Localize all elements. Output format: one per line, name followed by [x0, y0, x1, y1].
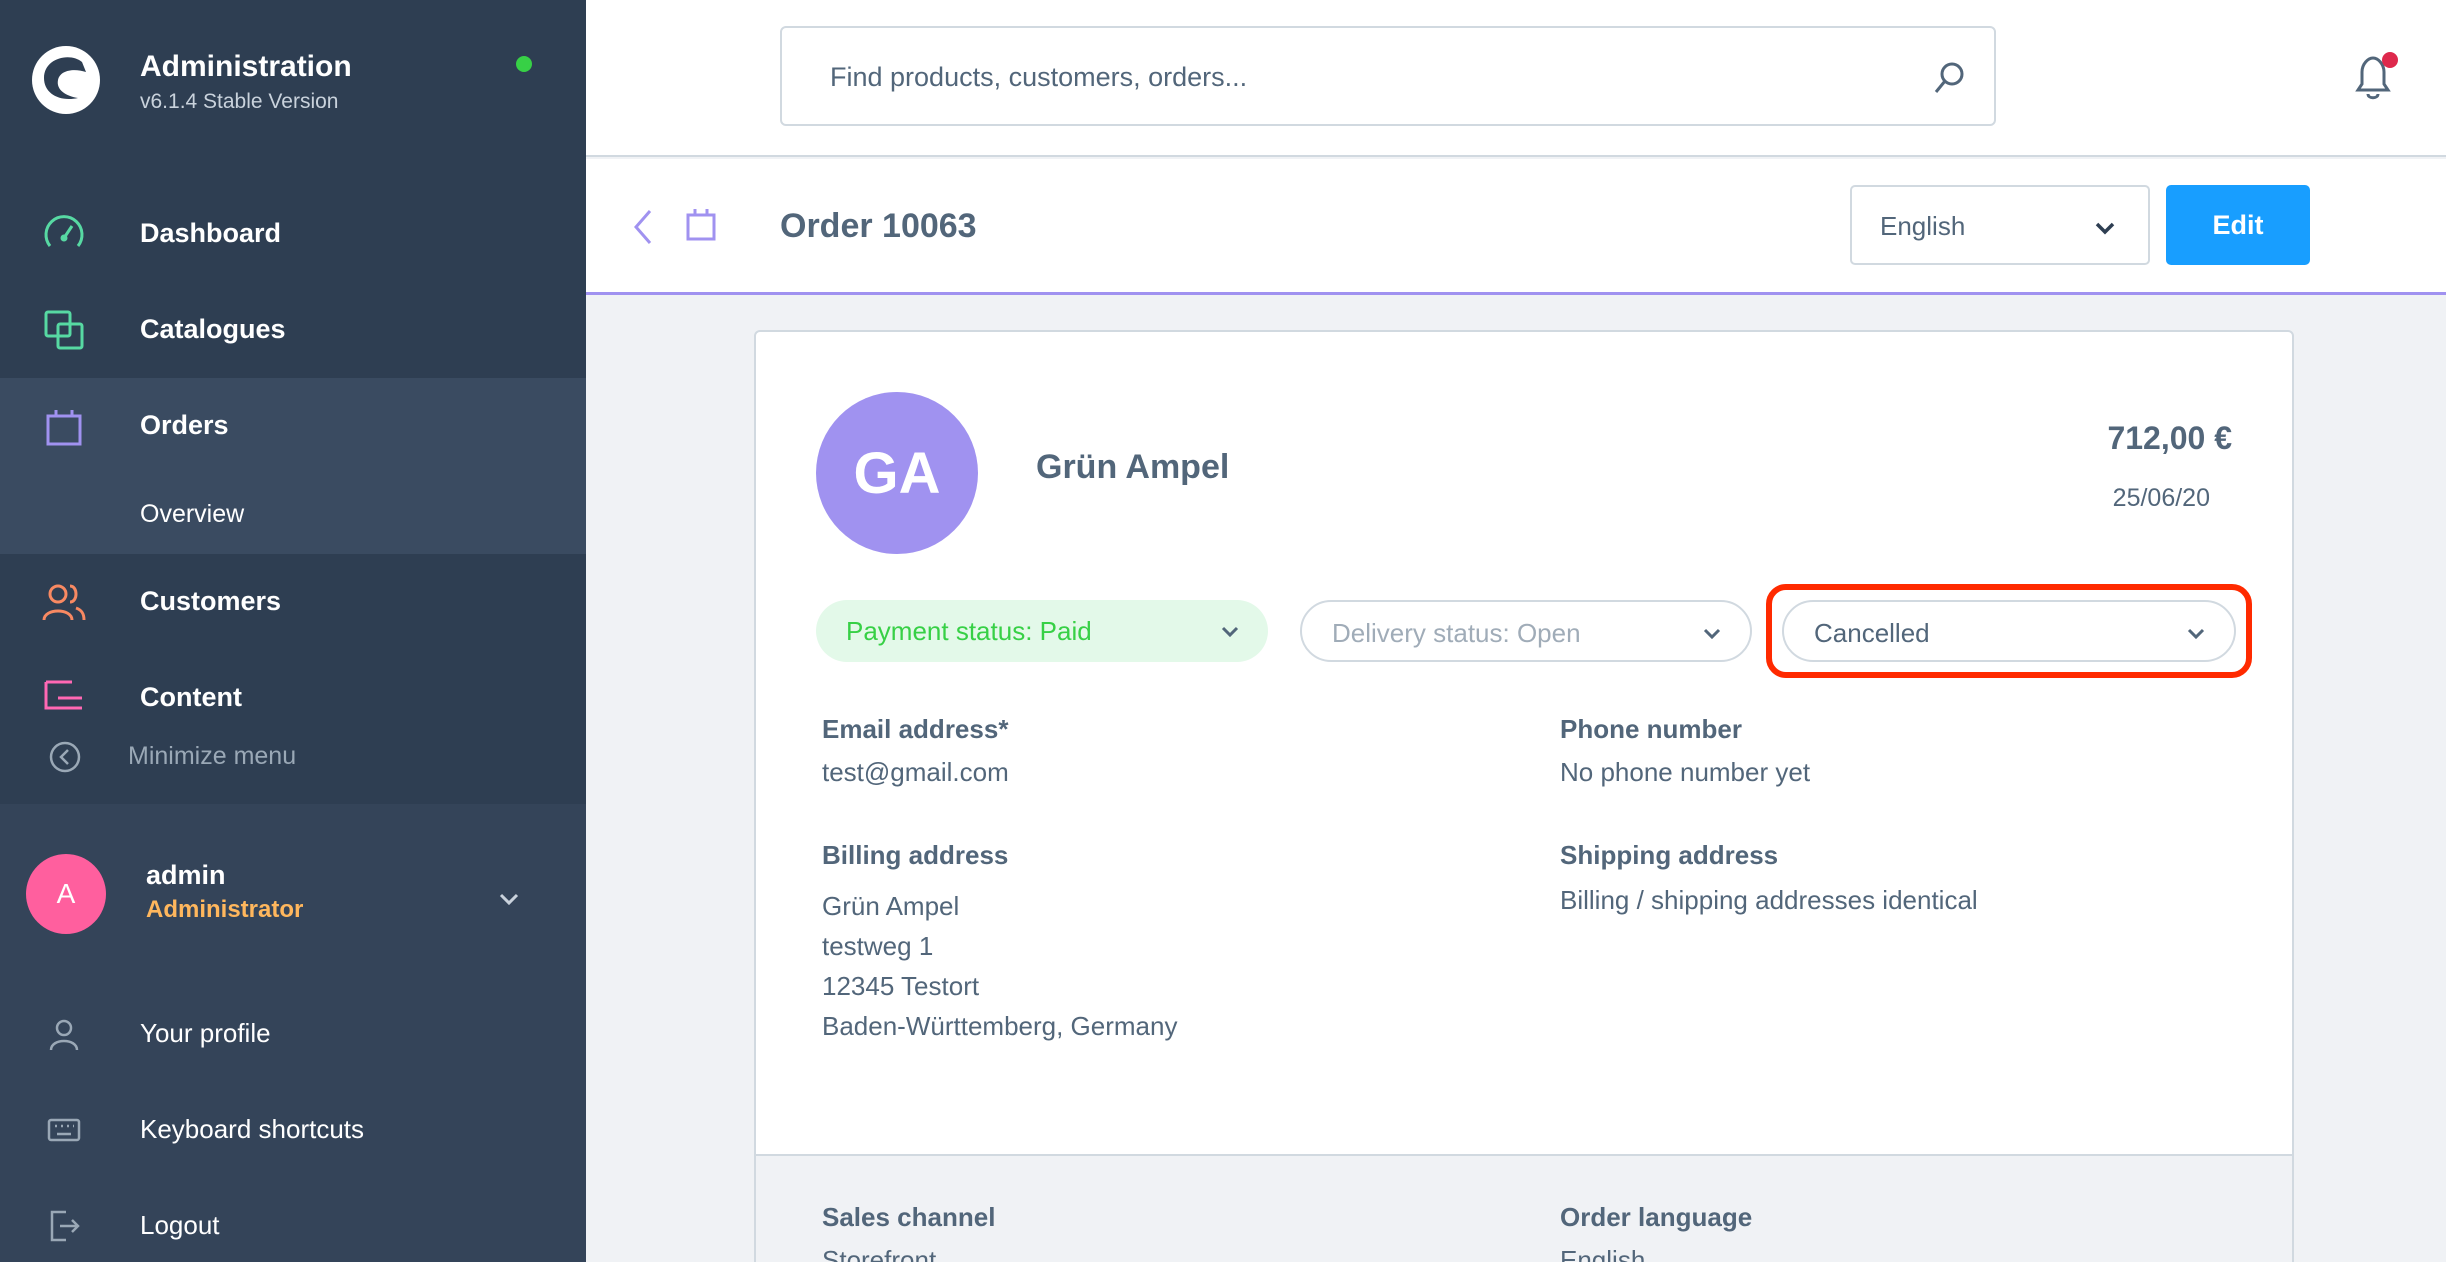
top-bar [586, 0, 2446, 157]
phone-label: Phone number [1560, 714, 1743, 744]
customers-icon [42, 584, 86, 621]
page-title: Order 10063 [780, 207, 977, 245]
edit-button[interactable]: Edit [2166, 185, 2310, 265]
customer-name: Grün Ampel [1036, 448, 1230, 486]
order-language-value: English [1560, 1245, 1646, 1262]
chevron-left-icon[interactable] [628, 207, 658, 247]
sidebar-item-label: Orders [140, 410, 229, 440]
billing-address-label: Billing address [822, 840, 1009, 870]
order-language-label: Order language [1560, 1202, 1753, 1232]
online-status-dot [516, 56, 532, 72]
dashboard-icon [44, 215, 84, 247]
delivery-status-select[interactable]: Delivery status: Open [1300, 600, 1752, 662]
your-profile-link[interactable]: Your profile [0, 998, 586, 1068]
keyboard-icon [47, 1118, 81, 1142]
sidebar-item-dashboard[interactable]: Dashboard [0, 186, 586, 282]
app-version: v6.1.4 Stable Version [140, 90, 339, 113]
sidebar-item-label: Catalogues [140, 314, 286, 344]
sidebar-item-label: Dashboard [140, 218, 282, 248]
chevron-down-icon [2095, 222, 2115, 235]
billing-address-line: testweg 1 [822, 931, 934, 961]
customer-avatar: GA [816, 392, 978, 554]
billing-address-line: Grün Ampel [822, 891, 960, 921]
language-select[interactable]: English [1850, 185, 2150, 265]
minimize-menu-button[interactable]: Minimize menu [0, 730, 586, 804]
keyboard-shortcuts-label: Keyboard shortcuts [140, 1114, 365, 1144]
content-icon [44, 680, 82, 710]
logout-link[interactable]: Logout [0, 1190, 586, 1260]
orders-icon [46, 410, 82, 446]
logout-label: Logout [140, 1210, 220, 1240]
sidebar-item-catalogues[interactable]: Catalogues [0, 282, 586, 378]
phone-value: No phone number yet [1560, 757, 1811, 787]
sidebar-item-customers[interactable]: Customers [0, 554, 586, 650]
order-summary-card: GA Grün Ampel 712,00 € 25/06/20 Payment … [754, 330, 2294, 1262]
billing-address-line: 12345 Testort [822, 971, 980, 1001]
payment-status-value: Payment status: Paid [846, 616, 1092, 646]
language-select-value: English [1880, 211, 1966, 241]
minimize-menu-label: Minimize menu [128, 742, 297, 770]
page-header: Order 10063 English Edit [586, 159, 2446, 295]
sales-channel-label: Sales channel [822, 1202, 996, 1232]
catalogues-icon [44, 310, 84, 350]
search-icon[interactable] [1932, 60, 1968, 96]
billing-address-line: Baden-Württemberg, Germany [822, 1011, 1178, 1041]
chevron-down-icon[interactable] [494, 884, 524, 914]
email-label: Email address* [822, 714, 1009, 744]
delivery-status-value: Delivery status: Open [1332, 618, 1581, 648]
user-icon [49, 1019, 79, 1051]
chevron-down-icon [1221, 626, 1239, 638]
sidebar-subitem-overview[interactable]: Overview [0, 474, 586, 554]
chevron-left-circle-icon [49, 741, 81, 773]
email-value: test@gmail.com [822, 757, 1009, 787]
order-amount: 712,00 € [2107, 420, 2232, 456]
order-date: 25/06/20 [2112, 484, 2210, 512]
search-input[interactable] [830, 52, 1870, 102]
shopware-logo-icon[interactable] [30, 44, 102, 116]
chevron-down-icon [1703, 628, 1721, 640]
sidebar-subitem-label: Overview [140, 500, 245, 528]
user-menu: A admin Administrator Your profile Keybo… [0, 804, 586, 1262]
sidebar-item-label: Content [140, 682, 242, 712]
user-name: admin [146, 860, 226, 890]
orders-icon [686, 209, 716, 241]
global-search [780, 26, 1996, 126]
sales-channel-value: Storefront [822, 1245, 937, 1262]
sidebar-item-label: Customers [140, 586, 282, 616]
sidebar: Administration v6.1.4 Stable Version Das… [0, 0, 586, 1262]
notification-badge [2382, 52, 2398, 68]
highlight-annotation [1766, 584, 2252, 678]
user-role: Administrator [146, 896, 304, 923]
order-details-footer: Sales channel Storefront Order language … [756, 1154, 2292, 1262]
user-avatar[interactable]: A [26, 854, 106, 934]
brand-header: Administration v6.1.4 Stable Version [0, 0, 586, 160]
shipping-address-value: Billing / shipping addresses identical [1560, 885, 1978, 915]
payment-status-select[interactable]: Payment status: Paid [816, 600, 1268, 662]
logout-icon [50, 1210, 80, 1242]
app-title: Administration [140, 50, 352, 83]
keyboard-shortcuts-link[interactable]: Keyboard shortcuts [0, 1094, 586, 1164]
your-profile-label: Your profile [140, 1018, 271, 1048]
sidebar-item-orders[interactable]: Orders [0, 378, 586, 474]
shipping-address-label: Shipping address [1560, 840, 1779, 870]
